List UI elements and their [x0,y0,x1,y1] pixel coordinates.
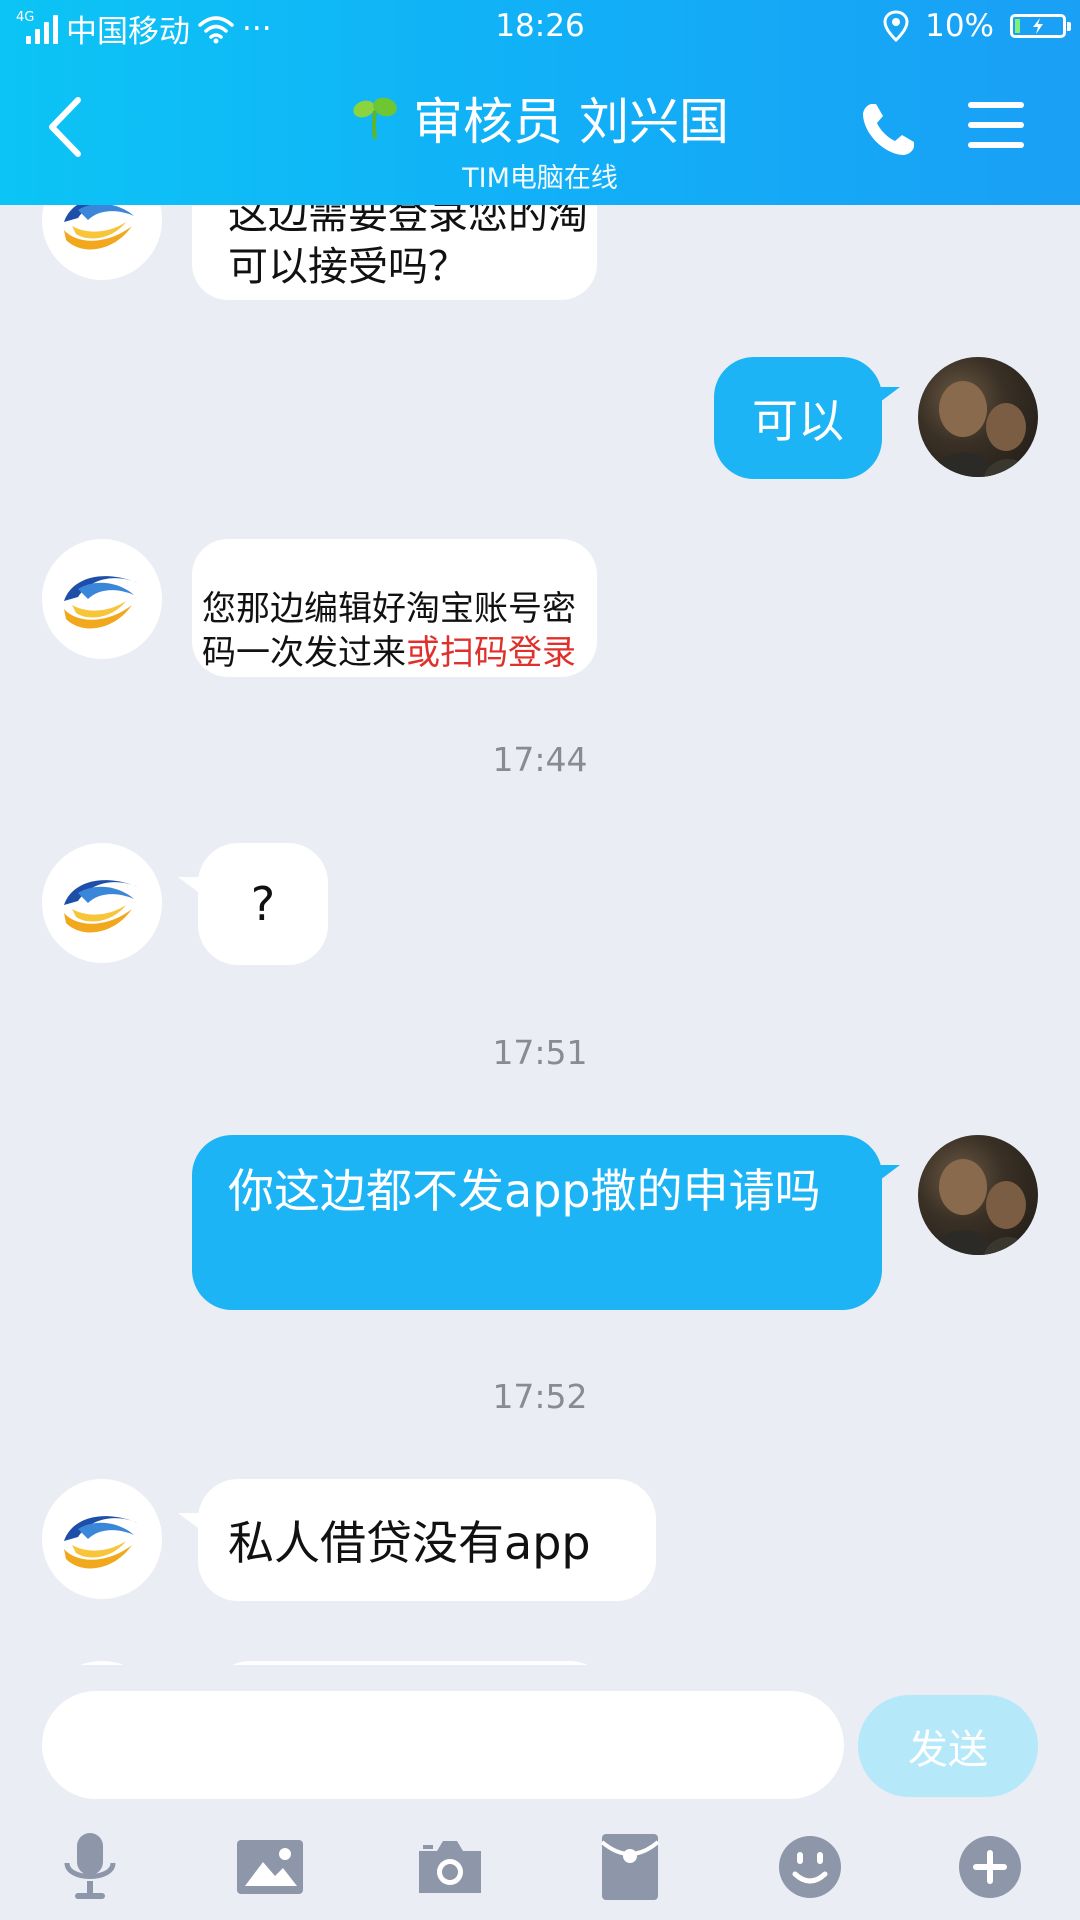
message-text-line: 码一次发过来或扫码登录 [202,631,597,675]
message-text-line: 这边需要登录您的淘 [228,205,588,238]
my-avatar[interactable] [918,1135,1038,1255]
menu-hamburger-icon[interactable] [968,102,1024,152]
company-logo-icon [64,205,134,250]
contact-avatar[interactable] [42,1479,162,1599]
message-input[interactable] [42,1691,844,1799]
message-timestamp: 17:51 [492,1033,588,1072]
bubble-tail [876,1165,900,1183]
message-text: 私人借贷没有app [228,1516,591,1570]
message-text: 你这边都不发app撒的申请吗 [228,1164,821,1218]
chat-header: 4G 中国移动 ··· 18:26 10% 审核员 刘兴国 TIM电脑在线 [0,0,1080,205]
phone-call-icon[interactable] [858,100,918,160]
title-line: 审核员 刘兴国 [0,82,1080,154]
menu-line [968,102,1024,108]
battery-percent: 10% [925,8,994,44]
company-logo-icon [64,576,138,629]
message-text-red: 或扫码登录 [406,633,576,673]
sprout-icon [353,97,397,140]
profile-photo [930,1159,1032,1255]
incoming-image-message[interactable]: 您那边编辑好淘宝账号密 码一次发过来或扫码登录 [192,539,597,677]
company-logo-icon [64,880,138,933]
incoming-message-bubble[interactable]: 私人借贷没有app [198,1479,656,1601]
profile-photo [930,381,1032,477]
menu-line [968,142,1024,148]
incoming-message-bubble[interactable]: ? [198,843,328,965]
outgoing-message-bubble[interactable]: 你这边都不发app撒的申请吗 [192,1135,882,1310]
bubble-tail [876,387,900,405]
company-logo-icon [64,1516,138,1569]
camera-icon[interactable] [408,1825,492,1909]
microphone-icon[interactable] [48,1825,132,1909]
message-text-line: 可以接受吗？ [228,244,468,290]
chat-title-block[interactable]: 审核员 刘兴国 TIM电脑在线 [0,82,1080,195]
incoming-image-message[interactable]: 这边需要登录您的淘 可以接受吗？ [192,205,597,300]
status-right: 10% [883,8,1071,44]
image-icon[interactable] [228,1825,312,1909]
battery-icon [1010,14,1071,38]
message-text-line: 您那边编辑好淘宝账号密 [202,589,576,629]
chat-message-list[interactable]: 这边需要登录您的淘 可以接受吗？ 可以 您那边编辑好淘宝账号密 码一次发过来或扫… [0,205,1080,1665]
message-timestamp: 17:44 [492,740,588,779]
send-button[interactable]: 发送 [858,1695,1038,1797]
charging-bolt-icon [1033,18,1043,34]
message-text: 可以 [752,394,844,448]
chat-title: 审核员 刘兴国 [413,93,729,151]
red-packet-icon[interactable] [588,1825,672,1909]
contact-avatar[interactable] [42,539,162,659]
contact-avatar[interactable] [42,205,162,280]
emoji-icon[interactable] [768,1825,852,1909]
my-avatar[interactable] [918,357,1038,477]
input-toolbar [0,1825,1080,1915]
contact-avatar[interactable] [42,843,162,963]
compose-area: 发送 [0,1665,1080,1920]
location-icon [883,10,909,42]
message-timestamp: 17:52 [492,1377,588,1416]
battery-level-fill [1015,19,1020,33]
outgoing-message-bubble[interactable]: 可以 [714,357,882,479]
plus-icon[interactable] [948,1825,1032,1909]
online-status: TIM电脑在线 [462,163,618,194]
menu-line [968,122,1024,128]
message-text-black: 码一次发过来 [202,633,406,673]
message-text: ? [250,877,276,931]
status-bar: 4G 中国移动 ··· 18:26 10% [0,0,1080,58]
